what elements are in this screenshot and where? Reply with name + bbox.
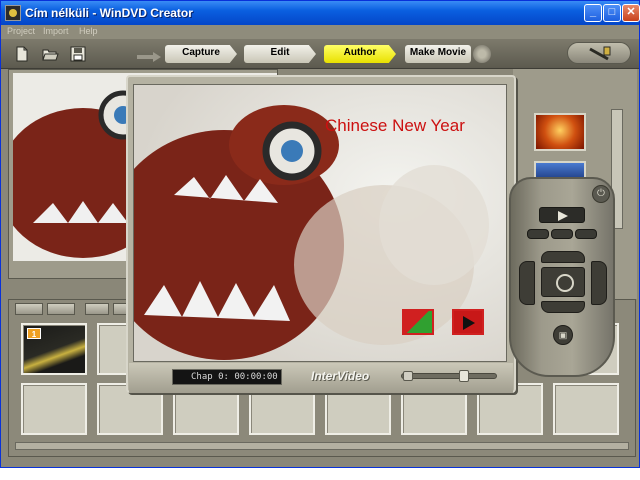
maximize-button[interactable]: □ [603, 4, 621, 22]
menu-item-import[interactable]: Import [43, 26, 69, 36]
minimize-button[interactable]: _ [584, 4, 602, 22]
tools-icon[interactable] [567, 42, 631, 64]
remote-select-button[interactable] [541, 267, 585, 297]
remote-next-button[interactable] [575, 229, 597, 239]
volume-slider[interactable] [401, 373, 497, 379]
menu-item-project[interactable]: Project [7, 26, 35, 36]
volume-icon [403, 371, 413, 381]
intervideo-logo: InterVideo [311, 369, 370, 383]
power-icon[interactable]: ⏻ [592, 185, 610, 203]
tool-icon[interactable] [113, 303, 127, 315]
filmstrip-tab[interactable] [15, 303, 43, 315]
menu-bar: Project Import Help [1, 25, 639, 39]
remote-up-button[interactable] [541, 251, 585, 263]
remote-right-button[interactable] [591, 261, 607, 305]
zoom-icon[interactable] [85, 303, 109, 315]
slot-badge: 1 [27, 328, 41, 339]
step-make-movie-button[interactable]: Make Movie [405, 45, 471, 63]
new-file-icon[interactable] [13, 45, 31, 63]
step-capture-button[interactable]: Capture [165, 45, 237, 63]
menu-template-thumbnail[interactable] [534, 113, 586, 151]
menu-icon[interactable]: ▣ [553, 325, 573, 345]
step-arrow-icon [137, 49, 161, 62]
remote-play-button[interactable] [539, 207, 585, 223]
title-bar: Cím nélküli - WinDVD Creator _ □ ✕ [1, 1, 640, 25]
filmstrip-tab[interactable] [47, 303, 75, 315]
close-button[interactable]: ✕ [622, 4, 640, 22]
open-folder-icon[interactable] [41, 45, 59, 63]
toolbar: Capture Edit Author Make Movie [1, 39, 639, 69]
menu-title-text[interactable]: Chinese New Year [325, 116, 465, 136]
app-window: Cím nélküli - WinDVD Creator _ □ ✕ Proje… [0, 0, 640, 468]
chapter-time-display: Chap 0: 00:00:00 [172, 369, 282, 385]
filmstrip-slot[interactable]: 1 [21, 323, 87, 375]
step-edit-button[interactable]: Edit [244, 45, 316, 63]
chapters-menu-button[interactable] [402, 309, 434, 335]
remote-left-button[interactable] [519, 261, 535, 305]
play-menu-button[interactable] [452, 309, 484, 335]
remote-stop-button[interactable] [527, 229, 549, 239]
step-author-button[interactable]: Author [324, 45, 396, 63]
gear-icon[interactable] [473, 45, 491, 63]
menu-item-help[interactable]: Help [79, 26, 98, 36]
filmstrip-slot[interactable] [21, 383, 87, 435]
filmstrip-scrollbar[interactable] [15, 442, 629, 450]
volume-slider-knob[interactable] [459, 370, 470, 382]
window-title: Cím nélküli - WinDVD Creator [25, 6, 193, 20]
remote-down-button[interactable] [541, 301, 585, 313]
save-disk-icon[interactable] [69, 45, 87, 63]
filmstrip-slot[interactable] [553, 383, 619, 435]
remote-prev-button[interactable] [551, 229, 573, 239]
app-icon [5, 5, 21, 21]
